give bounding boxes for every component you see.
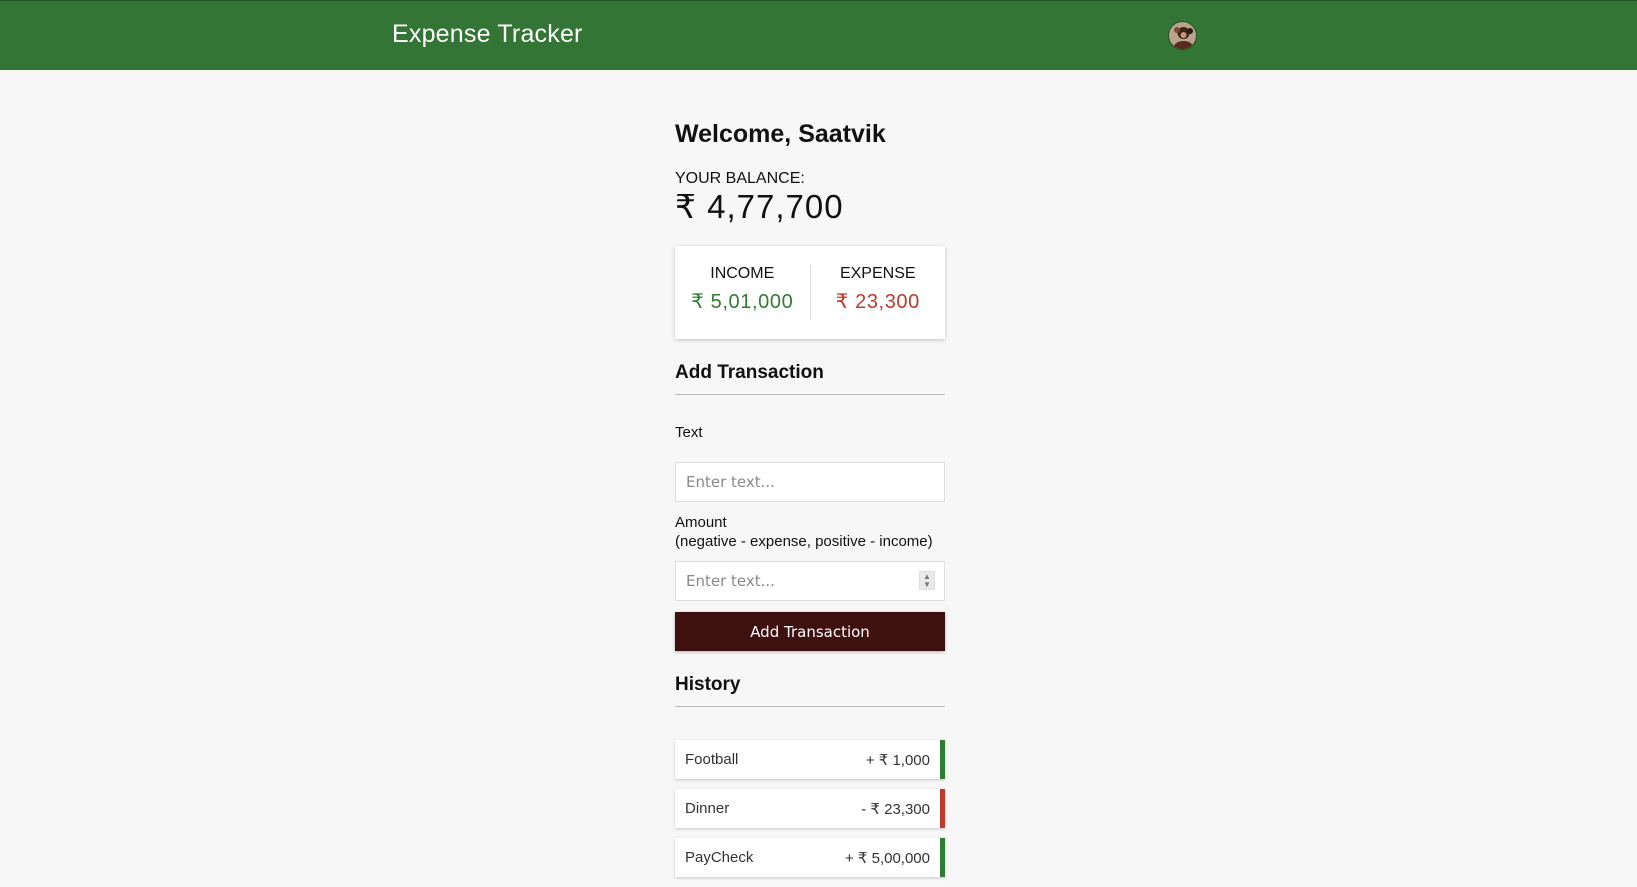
history-item-amount: + ₹ 5,00,000	[844, 849, 930, 867]
history-item[interactable]: Dinner - ₹ 23,300	[675, 789, 945, 828]
avatar-icon	[1169, 22, 1196, 49]
navbar: Expense Tracker	[0, 0, 1637, 70]
history-item-text: Football	[685, 751, 739, 768]
user-avatar[interactable]	[1168, 21, 1197, 50]
history-item-text: Dinner	[685, 800, 730, 817]
history-item-amount: + ₹ 1,000	[865, 751, 930, 769]
app-title: Expense Tracker	[392, 20, 583, 48]
balance-label: YOUR BALANCE:	[675, 170, 805, 187]
amount-input-wrapper: ▲▼	[675, 561, 945, 601]
number-stepper-icon[interactable]: ▲ ▼	[919, 571, 935, 590]
history-list: Football + ₹ 1,000 Dinner - ₹ 23,300 Pay…	[675, 740, 945, 887]
history-title: History	[675, 674, 945, 707]
income-column: INCOME ₹ 5,01,000	[675, 246, 810, 339]
amount-hint: (negative - expense, positive - income)	[675, 533, 933, 550]
income-value: ₹ 5,01,000	[691, 291, 794, 313]
expense-column: EXPENSE ₹ 23,300	[811, 246, 946, 339]
history-item-text: PayCheck	[685, 849, 754, 866]
income-indicator	[940, 838, 945, 877]
income-label: INCOME	[710, 265, 775, 282]
history-item[interactable]: PayCheck + ₹ 5,00,000	[675, 838, 945, 877]
amount-input[interactable]	[675, 561, 945, 601]
text-input[interactable]	[675, 462, 945, 502]
amount-field-label: Amount	[675, 514, 727, 531]
history-item-amount: - ₹ 23,300	[861, 800, 930, 818]
history-item[interactable]: Football + ₹ 1,000	[675, 740, 945, 779]
expense-value: ₹ 23,300	[835, 291, 920, 313]
balance-value: ₹ 4,77,700	[675, 188, 844, 225]
income-indicator	[940, 740, 945, 779]
add-transaction-button[interactable]: Add Transaction	[675, 612, 945, 651]
expense-label: EXPENSE	[839, 265, 916, 282]
text-field-label: Text	[675, 424, 703, 441]
welcome-heading: Welcome, Saatvik	[675, 120, 886, 148]
expense-indicator	[940, 789, 945, 828]
income-expense-card: INCOME ₹ 5,01,000 EXPENSE ₹ 23,300	[675, 246, 945, 339]
add-transaction-title: Add Transaction	[675, 362, 945, 395]
